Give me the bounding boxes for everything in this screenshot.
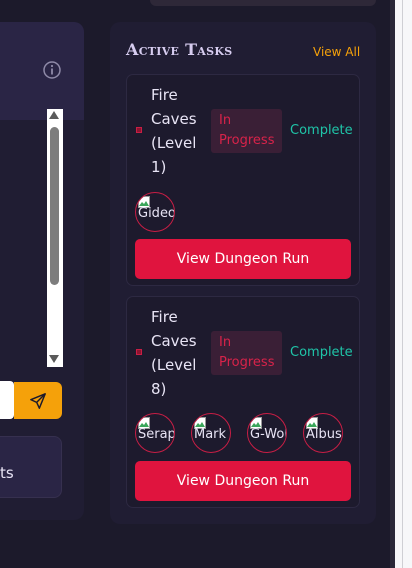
status-badge: In Progress [211,331,282,375]
scrollbar-divider [402,0,403,568]
avatar-alt-text: G-Wolf [250,427,286,442]
status-dot-icon [136,349,142,355]
paper-plane-icon [30,392,46,409]
avatar: Mark [191,413,231,453]
avatar: Albus [303,413,343,453]
top-bar [150,0,376,6]
avatar-alt-text: Seraph [138,427,175,442]
stats-label: ts [0,464,14,482]
dungeon-name: Fire Caves (Level 1) [151,86,197,176]
active-tasks-title: Active Tasks [126,40,233,59]
avatar: G-Wolf [247,413,287,453]
page: ts Active Tasks View All Fire Caves (Lev… [0,0,412,568]
avatar: Gideon [135,192,175,232]
scroll-down-arrow-icon[interactable] [49,355,59,363]
status-badge: In Progress [211,109,282,153]
dungeon-name: Fire Caves (Level 8) [151,308,197,398]
send-button[interactable] [14,382,62,419]
scroll-up-arrow-icon[interactable] [49,111,59,119]
info-icon[interactable] [42,60,62,80]
avatar: Seraph [135,413,175,453]
status-dot-icon [136,127,142,133]
avatar-alt-text: Gideon [138,206,174,221]
avatar-alt-text: Mark [194,427,227,442]
view-dungeon-run-button[interactable]: View Dungeon Run [135,239,351,279]
scrollbar-thumb[interactable] [50,127,59,285]
avatar-alt-text: Albus [306,427,342,442]
message-input[interactable] [0,381,14,419]
view-all-link[interactable]: View All [313,45,360,59]
complete-button[interactable]: Complete [290,123,353,138]
scrollbar-track[interactable] [395,0,412,568]
view-dungeon-run-button[interactable]: View Dungeon Run [135,461,351,501]
complete-button[interactable]: Complete [290,345,353,360]
